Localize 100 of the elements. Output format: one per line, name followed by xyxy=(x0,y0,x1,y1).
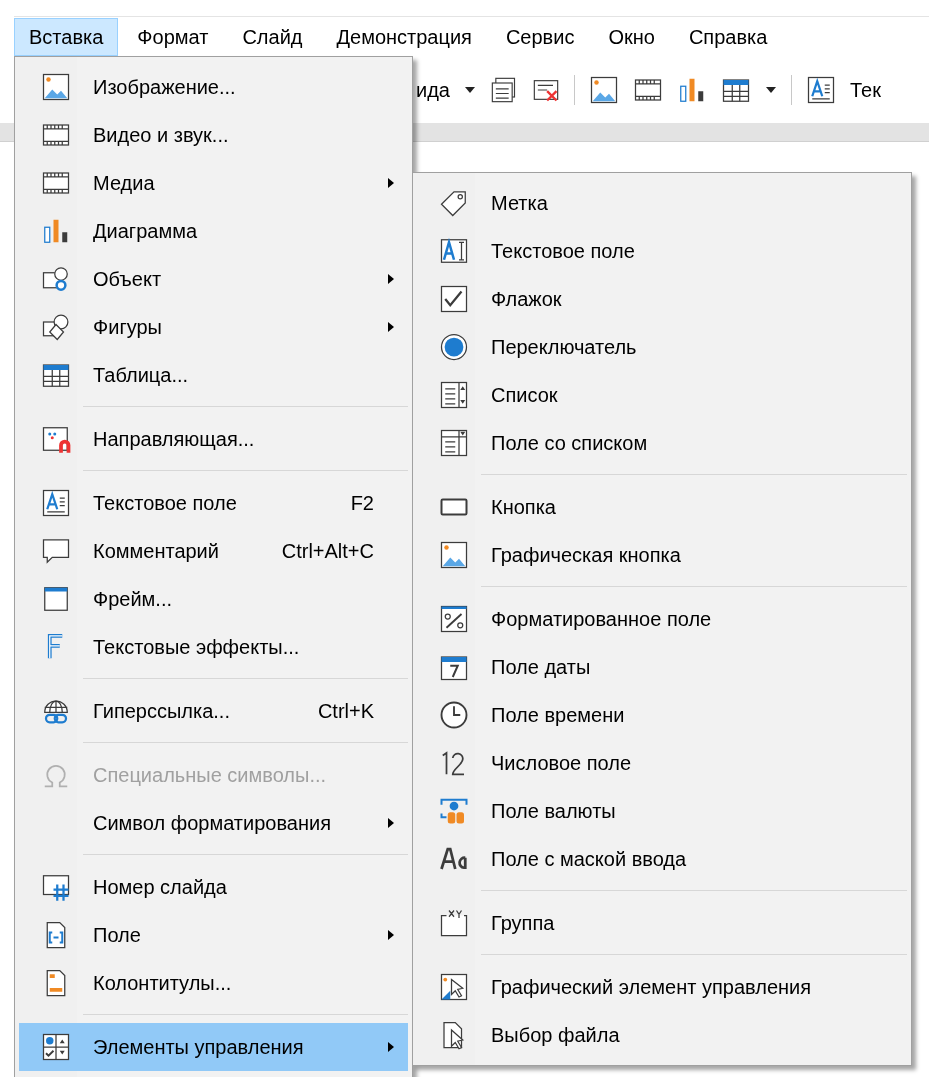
menu-item[interactable]: Колонтитулы... xyxy=(19,959,408,1007)
menu-item[interactable]: Форматированное поле xyxy=(417,595,907,643)
menu-item-label: Метка xyxy=(491,191,549,215)
menu-item-label: Список xyxy=(491,383,559,407)
menu-item-label: Поле со списком xyxy=(491,431,649,455)
menu-bar-item[interactable]: Демонстрация xyxy=(321,18,487,56)
menu-item[interactable]: Поле валюты xyxy=(417,787,907,835)
image-icon xyxy=(588,75,619,105)
menu-item[interactable]: Переключатель xyxy=(417,323,907,371)
menu-bar-item[interactable]: Вставка xyxy=(14,18,119,56)
menu-item-label: Номер слайда xyxy=(93,875,228,899)
menu-item-label: Диаграмма xyxy=(93,219,198,243)
shortcut-text: Ctrl+K xyxy=(317,699,374,723)
menu-item-label: Выбор файла xyxy=(491,1023,621,1047)
menu-item[interactable]: Графический элемент управления xyxy=(417,963,907,1011)
menu-item-label: Поле с маской ввода xyxy=(491,847,688,871)
menu-item-label: Комментарий xyxy=(93,539,220,563)
toolbar-text[interactable]: Тек xyxy=(849,78,881,102)
percent-field-icon xyxy=(439,604,469,634)
menu-item[interactable]: Текстовые эффекты... xyxy=(19,623,408,671)
menu-item[interactable]: Направляющая... xyxy=(19,415,408,463)
menu-item-label: Переключатель xyxy=(491,335,638,359)
menu-item[interactable]: Фигуры xyxy=(19,303,408,351)
menu-item[interactable]: Метка xyxy=(417,179,907,227)
dropdown-caret-icon[interactable] xyxy=(764,86,777,94)
menu-item-label: Поле xyxy=(93,923,142,947)
menu-item-label: Поле валюты xyxy=(491,799,617,823)
image-icon xyxy=(439,540,469,570)
menu-item[interactable]: Числовое поле xyxy=(417,739,907,787)
frame-icon xyxy=(41,584,71,614)
menu-item-label: Специальные символы... xyxy=(93,763,328,787)
menu-item[interactable]: Гиперссылка... Ctrl+K xyxy=(19,687,408,735)
menu-item[interactable]: Текстовое поле xyxy=(417,227,907,275)
form-controls-icon xyxy=(41,1032,71,1062)
menu-item[interactable]: Медиа xyxy=(19,159,408,207)
checkbox-icon xyxy=(439,284,469,314)
menu-item[interactable]: Поле с маской ввода xyxy=(417,835,907,883)
menu-item-label: Изображение... xyxy=(93,75,237,99)
text-field-icon xyxy=(439,236,469,266)
menu-item[interactable]: Таблица... xyxy=(19,351,408,399)
menu-item-label: Медиа xyxy=(93,171,156,195)
menu-bar-item[interactable]: Справка xyxy=(673,18,783,56)
menu-item[interactable]: Кнопка xyxy=(417,483,907,531)
menu-bar-item[interactable]: Слайд xyxy=(227,18,318,56)
menu-item-label: Видео и звук... xyxy=(93,123,230,147)
toolbar-text[interactable]: ида xyxy=(416,78,450,102)
menu-item-label: Группа xyxy=(491,911,556,935)
menu-item[interactable]: Изображение... xyxy=(19,63,408,111)
menu-item[interactable]: Диаграмма xyxy=(19,207,408,255)
menu-item[interactable]: Поле xyxy=(19,911,408,959)
menu-bar-item[interactable]: Окно xyxy=(593,18,670,56)
image-control-icon xyxy=(439,972,469,1002)
menu-item[interactable]: Графическая кнопка xyxy=(417,531,907,579)
menu-item[interactable]: Элементы управления xyxy=(19,1023,408,1071)
image-icon xyxy=(41,72,71,102)
menu-item[interactable]: Поле со списком xyxy=(417,419,907,467)
menu-item-label: Фрейм... xyxy=(93,587,174,611)
menu-item[interactable]: Комментарий Ctrl+Alt+C xyxy=(19,527,408,575)
menu-item[interactable]: Фрейм... xyxy=(19,575,408,623)
menu-item-label: Текстовое поле xyxy=(491,239,636,263)
menu-item-label: Поле времени xyxy=(491,703,626,727)
menu-item[interactable]: Объект xyxy=(19,255,408,303)
slide-number-icon xyxy=(41,872,71,902)
tag-icon xyxy=(439,188,469,218)
menu-bar-item[interactable]: Сервис xyxy=(490,18,590,56)
menu-item-label: Элементы управления xyxy=(93,1035,305,1059)
menu-item-label: Числовое поле xyxy=(491,751,633,775)
menu-item[interactable]: Поле даты xyxy=(417,643,907,691)
menu-item[interactable]: Поле времени xyxy=(417,691,907,739)
shortcut-text: F2 xyxy=(350,491,374,515)
menu-item-label: Форматированное поле xyxy=(491,607,713,631)
text-box-icon xyxy=(41,488,71,518)
menu-item-label: Графическая кнопка xyxy=(491,543,682,567)
menu-item[interactable]: Символ форматирования xyxy=(19,799,408,847)
radio-button-icon xyxy=(439,332,469,362)
menu-item-label: Фигуры xyxy=(93,315,163,339)
menu-item[interactable]: Текстовое поле F2 xyxy=(19,479,408,527)
text-box-icon xyxy=(805,75,836,105)
menu-item[interactable]: Видео и звук... xyxy=(19,111,408,159)
menu-item-label: Поле даты xyxy=(491,655,592,679)
menu-item[interactable]: Список xyxy=(417,371,907,419)
menu-bar-item[interactable]: Формат xyxy=(122,18,224,56)
menu-item-label: Символ форматирования xyxy=(93,811,332,835)
shapes-icon xyxy=(41,312,71,342)
menu-item-label: Текстовые эффекты... xyxy=(93,635,301,659)
combo-box-icon xyxy=(439,428,469,458)
dropdown-caret-icon[interactable] xyxy=(463,86,476,94)
menu-item[interactable]: Номер слайда xyxy=(19,863,408,911)
shortcut-text: Ctrl+Alt+C xyxy=(281,539,374,563)
menu-item-label: Направляющая... xyxy=(93,427,256,451)
menu-item[interactable]: Группа xyxy=(417,899,907,947)
menu-item-label: Графический элемент управления xyxy=(491,975,813,999)
currency-field-icon xyxy=(439,796,469,826)
list-box-icon xyxy=(439,380,469,410)
menu-item-label: Гиперссылка... xyxy=(93,699,231,723)
clock-icon xyxy=(439,700,469,730)
slide-layout-icon[interactable] xyxy=(489,76,518,104)
snap-guide-icon xyxy=(41,424,71,454)
menu-item[interactable]: Выбор файла xyxy=(417,1011,907,1059)
menu-item[interactable]: Флажок xyxy=(417,275,907,323)
